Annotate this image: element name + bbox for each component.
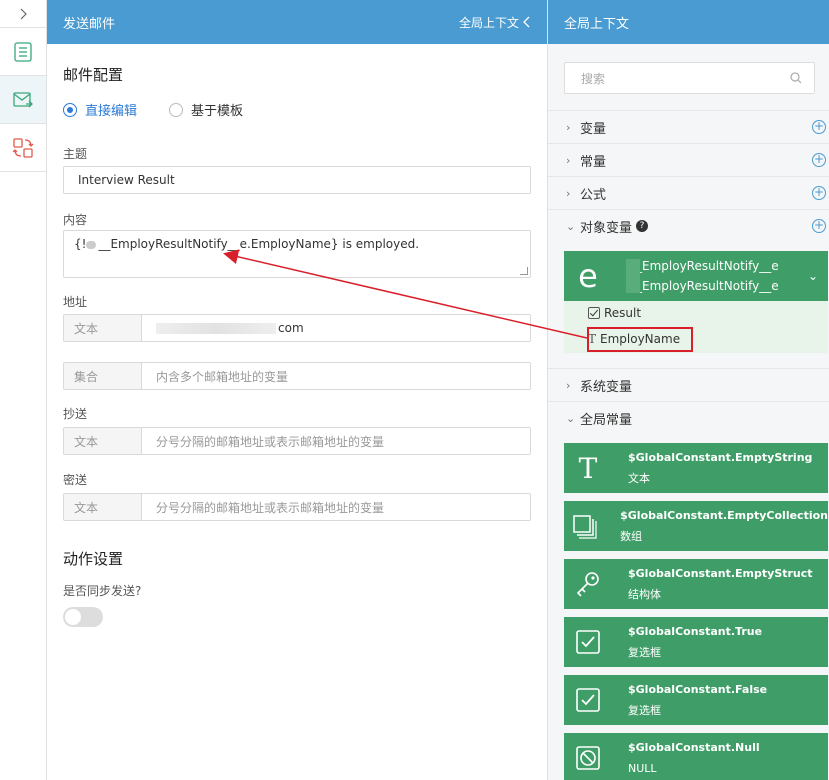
annotation-arrow	[223, 249, 588, 339]
